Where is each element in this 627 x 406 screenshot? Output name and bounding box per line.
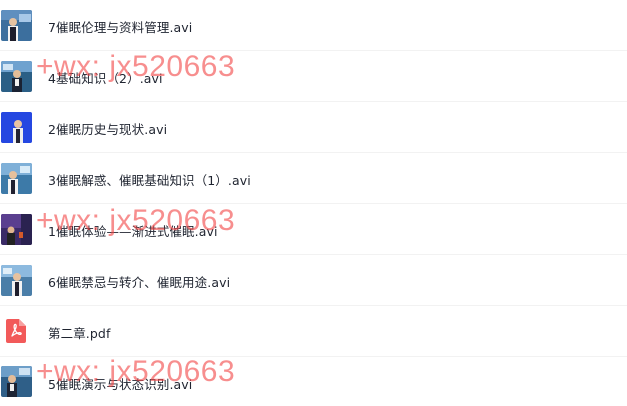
- video-thumbnail: [1, 10, 32, 41]
- file-name: 3催眠解惑、催眠基础知识（1）.avi: [48, 173, 251, 188]
- video-thumbnail: [1, 163, 32, 194]
- pdf-icon: [6, 319, 26, 343]
- file-row[interactable]: 1催眠体验——渐进式催眠.avi: [0, 204, 627, 255]
- file-name: 5催眠演示与状态识别.avi: [48, 377, 193, 392]
- file-name: 7催眠伦理与资料管理.avi: [48, 20, 193, 35]
- file-list: 7催眠伦理与资料管理.avi 4基础知识（2）.avi 2催眠历史与现状.avi…: [0, 0, 627, 406]
- file-row[interactable]: 5催眠演示与状态识别.avi: [0, 357, 627, 406]
- file-name: 6催眠禁忌与转介、催眠用途.avi: [48, 275, 231, 290]
- file-name: 第二章.pdf: [48, 326, 111, 341]
- video-thumbnail: [1, 265, 32, 296]
- file-row[interactable]: 7催眠伦理与资料管理.avi: [0, 0, 627, 51]
- file-row[interactable]: 4基础知识（2）.avi: [0, 51, 627, 102]
- file-name: 1催眠体验——渐进式催眠.avi: [48, 224, 218, 239]
- video-thumbnail: [1, 214, 32, 245]
- video-thumbnail: [1, 112, 32, 143]
- file-row[interactable]: 第二章.pdf: [0, 306, 627, 357]
- file-row[interactable]: 3催眠解惑、催眠基础知识（1）.avi: [0, 153, 627, 204]
- video-thumbnail: [1, 61, 32, 92]
- file-row[interactable]: 6催眠禁忌与转介、催眠用途.avi: [0, 255, 627, 306]
- file-name: 2催眠历史与现状.avi: [48, 122, 168, 137]
- file-name: 4基础知识（2）.avi: [48, 71, 163, 86]
- video-thumbnail: [1, 366, 32, 397]
- file-row[interactable]: 2催眠历史与现状.avi: [0, 102, 627, 153]
